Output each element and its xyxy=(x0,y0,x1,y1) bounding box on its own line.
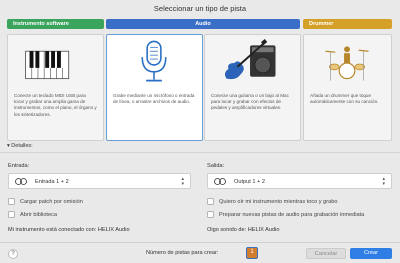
prepare-record-label: Preparar nuevas pistas de audio para gra… xyxy=(219,211,365,218)
tile-audio-microphone[interactable]: Grabe mediante un micrófono o entrada de… xyxy=(106,34,203,141)
stereo-output-icon xyxy=(214,178,226,185)
cancel-button[interactable]: Cancelar xyxy=(306,248,346,259)
monitor-label: Quiero oír mi instrumento mientras toco … xyxy=(219,198,338,205)
connected-status: Mi instrumento está conectado con: HELIX… xyxy=(8,227,130,233)
input-label: Entrada: xyxy=(8,163,30,169)
checkbox-box[interactable] xyxy=(8,198,15,205)
drum-kit-icon xyxy=(325,46,369,81)
chevron-updown-icon: ▴ ▾ xyxy=(382,175,385,187)
header-audio: Audio xyxy=(106,19,300,29)
dialog-title: Seleccionar un tipo de pista xyxy=(153,4,247,13)
help-button[interactable]: ? xyxy=(8,249,18,259)
tile-description: Conecte una guitarra o un bajo al Mac pa… xyxy=(211,93,289,111)
tile-description: Añada un drummer que toque automáticamen… xyxy=(310,93,379,105)
tile-guitar-bass[interactable]: Conecte una guitarra o un bajo al Mac pa… xyxy=(204,34,301,141)
output-value: Output 1 + 2 xyxy=(234,178,265,185)
tile-software-instrument[interactable]: Conecte un teclado MIDI USB para tocar y… xyxy=(7,34,104,141)
header-software-instrument: Instrumento software xyxy=(7,19,104,29)
input-select[interactable]: Entrada 1 + 2 ▴ ▾ xyxy=(8,173,191,189)
divider xyxy=(0,152,400,153)
stereo-input-icon xyxy=(15,178,27,185)
monitor-checkbox[interactable]: Quiero oír mi instrumento mientras toco … xyxy=(207,198,337,205)
num-tracks-stepper[interactable]: 1 xyxy=(246,247,258,259)
hear-status: Oigo sonido de: HELIX Audio xyxy=(207,227,280,233)
output-label: Salida: xyxy=(207,163,225,169)
checkbox-box[interactable] xyxy=(207,198,214,205)
header-drummer: Drummer xyxy=(303,19,392,29)
keyboard-icon xyxy=(25,50,70,80)
tile-description: Conecte un teclado MIDI USB para tocar y… xyxy=(14,93,97,117)
input-value: Entrada 1 + 2 xyxy=(35,178,69,185)
microphone-icon xyxy=(141,40,167,82)
checkbox-box[interactable] xyxy=(8,211,15,218)
checkbox-box[interactable] xyxy=(207,211,214,218)
tile-description: Grabe mediante un micrófono o entrada de… xyxy=(113,93,195,105)
open-library-label: Abrir biblioteca xyxy=(20,211,57,218)
details-disclosure[interactable]: ▾ Detalles: xyxy=(7,143,33,149)
num-tracks-label: Número de pistas para crear: xyxy=(146,250,219,256)
guitar-amp-icon xyxy=(224,39,276,80)
output-select[interactable]: Output 1 + 2 ▴ ▾ xyxy=(207,173,392,189)
divider xyxy=(0,242,400,243)
create-button[interactable]: Crear xyxy=(350,248,392,259)
load-patch-label: Cargar patch por omisión xyxy=(20,198,83,205)
prepare-record-checkbox[interactable]: Preparar nuevas pistas de audio para gra… xyxy=(207,211,364,218)
open-library-checkbox[interactable]: Abrir biblioteca xyxy=(8,211,57,218)
chevron-updown-icon: ▴ ▾ xyxy=(181,175,184,187)
tile-drummer[interactable]: Añada un drummer que toque automáticamen… xyxy=(303,34,392,141)
load-patch-checkbox[interactable]: Cargar patch por omisión xyxy=(8,198,83,205)
